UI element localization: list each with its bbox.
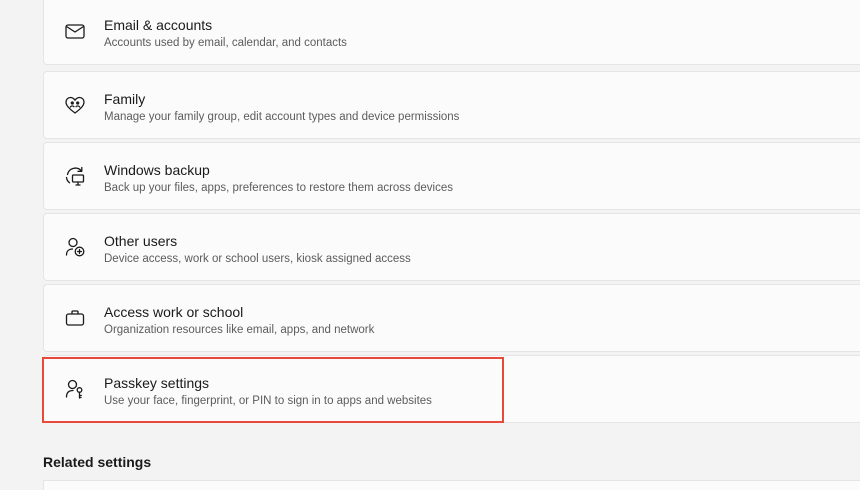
setting-description: Use your face, fingerprint, or PIN to si… xyxy=(104,395,432,407)
setting-description: Back up your files, apps, preferences to… xyxy=(104,182,453,194)
related-settings-heading: Related settings xyxy=(43,454,152,470)
setting-description: Manage your family group, edit account t… xyxy=(104,111,460,123)
setting-description: Device access, work or school users, kio… xyxy=(104,253,411,265)
setting-windows-backup[interactable]: Windows backup Back up your files, apps,… xyxy=(43,142,860,210)
briefcase-icon xyxy=(63,306,87,330)
setting-title: Access work or school xyxy=(104,304,244,320)
family-heart-icon xyxy=(63,93,87,117)
setting-description: Accounts used by email, calendar, and co… xyxy=(104,37,347,49)
setting-passkey[interactable]: Passkey settings Use your face, fingerpr… xyxy=(43,355,860,423)
setting-family[interactable]: Family Manage your family group, edit ac… xyxy=(43,71,860,139)
passkey-icon xyxy=(63,377,87,401)
setting-other-users[interactable]: Other users Device access, work or schoo… xyxy=(43,213,860,281)
setting-title: Email & accounts xyxy=(104,17,213,33)
setting-email-accounts[interactable]: Email & accounts Accounts used by email,… xyxy=(43,0,860,65)
setting-title: Other users xyxy=(104,233,178,249)
windows-backup-icon xyxy=(63,164,87,188)
related-settings-card[interactable] xyxy=(43,480,860,490)
add-user-icon xyxy=(63,235,87,259)
setting-access-work-school[interactable]: Access work or school Organization resou… xyxy=(43,284,860,352)
setting-title: Passkey settings xyxy=(104,375,210,391)
setting-title: Family xyxy=(104,91,146,107)
mail-icon xyxy=(63,19,87,43)
setting-title: Windows backup xyxy=(104,162,210,178)
setting-description: Organization resources like email, apps,… xyxy=(104,324,375,336)
